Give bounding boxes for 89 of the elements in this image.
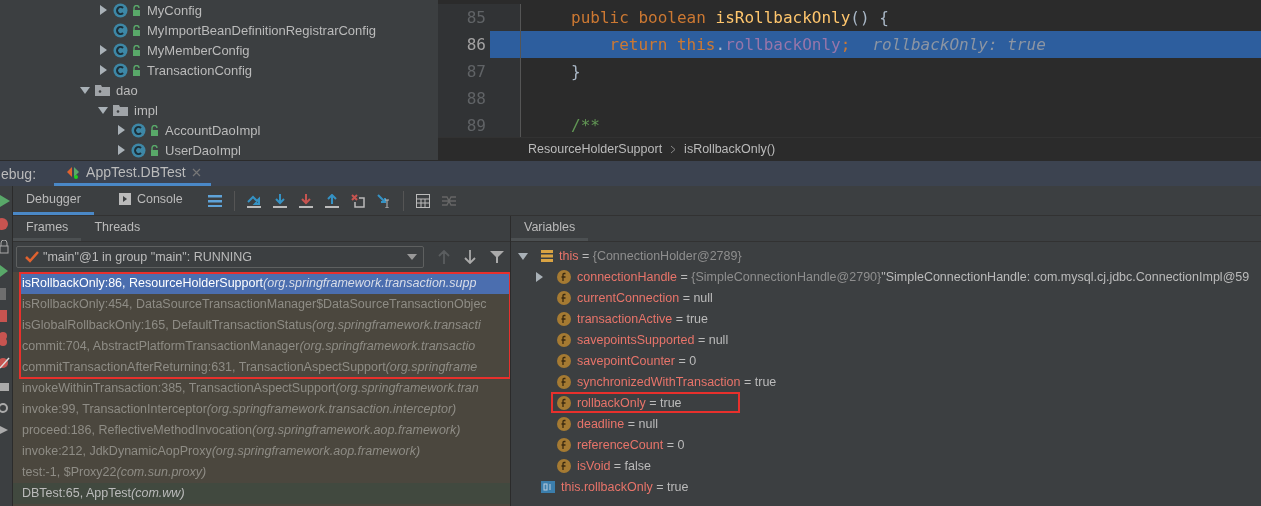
expand-arrow-icon[interactable] [534, 271, 544, 282]
tool-tab[interactable]: Console [105, 186, 196, 215]
variable-entry[interactable]: referenceCount = 0 [577, 437, 685, 452]
folder-icon [113, 104, 128, 116]
breakpoint-icon[interactable] [0, 218, 10, 230]
class-icon [131, 122, 146, 138]
expand-arrow-icon[interactable] [98, 45, 108, 55]
stack-frame[interactable]: DBTest:65, AppTest(com.ww) [13, 483, 510, 504]
expand-arrow-icon[interactable] [116, 145, 126, 155]
field-icon [557, 437, 571, 452]
variable-entry[interactable]: synchronizedWithTransaction = true [577, 374, 777, 389]
expand-arrow-icon[interactable] [518, 250, 528, 261]
expand-arrow-icon[interactable] [98, 65, 108, 75]
field-icon [557, 395, 571, 410]
chevron-icon [670, 144, 677, 154]
expand-arrow-icon[interactable] [80, 85, 90, 95]
field-icon [557, 458, 571, 473]
lock-icon [150, 144, 159, 156]
lock-icon[interactable] [0, 240, 10, 254]
panel-title: ebug: [0, 165, 37, 182]
menu-icon[interactable] [207, 194, 222, 207]
variable-entry[interactable]: currentConnection = null [577, 290, 713, 305]
tree-item[interactable]: MyImportBeanDefinitionRegistrarConfig [147, 22, 377, 38]
mute-icon[interactable] [0, 356, 10, 370]
run-to-cursor-icon[interactable] [376, 193, 391, 208]
field-icon [557, 353, 571, 368]
thread-dropdown[interactable]: "main"@1 in group "main": RUNNING [16, 246, 424, 268]
panel-tab[interactable]: Threads [81, 216, 154, 241]
variable-entry[interactable]: savepointCounter = 0 [577, 353, 697, 368]
class-icon [113, 22, 128, 38]
tree-item[interactable]: UserDaoImpl [165, 142, 241, 158]
lock-icon [150, 124, 159, 136]
class-icon [131, 142, 146, 158]
lock-icon [132, 4, 141, 16]
field-icon [557, 290, 571, 305]
variable-entry[interactable]: connectionHandle = {SimpleConnectionHandle@2790}"SimpleConnectionHandle: com.mysql.cj.jdbc.ConnectionImpl@59 [577, 269, 1250, 284]
class-icon [113, 2, 128, 18]
field-icon [557, 311, 571, 326]
field-icon [557, 374, 571, 389]
tool-tab[interactable]: Debugger [13, 186, 94, 215]
stack-frame[interactable]: isRollbackOnly:86, ResourceHolderSupport(org.springframework.transaction.supp [20, 273, 510, 294]
expand-arrow-icon[interactable] [98, 5, 108, 15]
caret-icon [407, 254, 417, 260]
calculator-icon[interactable] [415, 193, 430, 208]
expand-arrow-icon[interactable] [116, 125, 126, 135]
stack-icon [541, 249, 553, 262]
variable-entry[interactable]: rollbackOnly = true [577, 395, 682, 410]
lock-icon [132, 24, 141, 36]
expand-arrow-icon[interactable] [98, 105, 108, 115]
lock-icon [132, 44, 141, 56]
check-icon [25, 251, 39, 263]
session-tab[interactable]: AppTest.DBTest [54, 161, 211, 186]
field-icon [557, 332, 571, 347]
panel-title: Variables [511, 216, 589, 241]
folder-icon [95, 84, 110, 96]
variable-entry[interactable]: transactionActive = true [577, 311, 708, 326]
drop-frame-icon[interactable] [350, 193, 365, 208]
step-into-icon[interactable] [272, 193, 287, 208]
step-out-icon[interactable] [324, 193, 339, 208]
resume-icon[interactable] [0, 264, 10, 278]
console-icon [118, 193, 131, 205]
panel-tab[interactable]: Frames [13, 216, 82, 241]
tree-item[interactable]: AccountDaoImpl [165, 122, 261, 138]
stop-icon[interactable] [0, 310, 8, 322]
lock-icon [132, 64, 141, 76]
variable-entry[interactable]: this = {ConnectionHolder@2789} [559, 248, 742, 263]
rerun-icon[interactable] [0, 194, 10, 208]
watch-icon [541, 480, 555, 493]
field-icon [557, 269, 571, 284]
field-icon [557, 416, 571, 431]
force-step-into-icon[interactable] [298, 193, 313, 208]
class-icon [113, 42, 128, 58]
down-arrow-icon[interactable] [464, 250, 476, 264]
variable-entry[interactable]: savepointsSupported = null [577, 332, 729, 347]
variable-entry[interactable]: deadline = null [577, 416, 658, 431]
tree-item[interactable]: dao [116, 82, 138, 98]
breadcrumb-item[interactable]: isRollbackOnly() [684, 142, 776, 156]
debug-icon [66, 165, 81, 179]
variable-entry[interactable]: isVoid = false [577, 458, 651, 473]
tree-item[interactable]: TransactionConfig [147, 62, 252, 78]
tree-item[interactable]: MyConfig [147, 2, 202, 18]
variable-entry[interactable]: this.rollbackOnly = true [561, 479, 689, 494]
tree-item[interactable]: impl [134, 102, 158, 118]
class-icon [113, 62, 128, 78]
breadcrumb-item[interactable]: ResourceHolderSupport [528, 142, 663, 156]
breakpoints-icon[interactable] [0, 332, 10, 346]
step-over-icon[interactable] [246, 193, 261, 208]
filter-icon[interactable] [490, 250, 504, 264]
tree-item[interactable]: MyMemberConfig [147, 42, 250, 58]
